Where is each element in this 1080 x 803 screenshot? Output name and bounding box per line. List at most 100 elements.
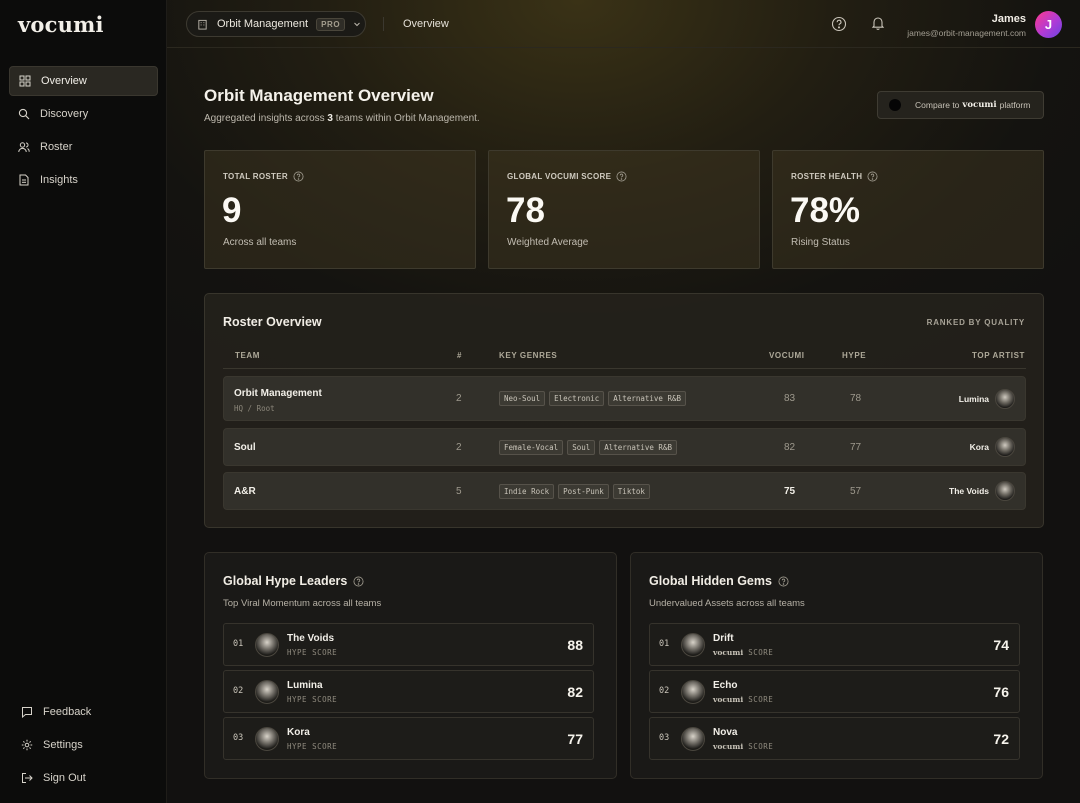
section-subtitle: Undervalued Assets across all teams — [649, 598, 805, 609]
list-item[interactable]: 03 Nova vocumi SCORE 72 — [649, 717, 1020, 760]
genre-tag: Alternative R&B — [599, 440, 677, 455]
artist-avatar — [681, 727, 705, 751]
compare-platform-toggle[interactable]: Compare to vocumi platform — [877, 91, 1044, 119]
genre-tag: Soul — [567, 440, 596, 455]
artist-name: Echo — [713, 680, 738, 691]
avatar[interactable]: J — [1035, 11, 1062, 38]
breadcrumb-divider — [383, 17, 384, 31]
sidebar: vocumi Overview Discovery Roster Insight… — [0, 0, 167, 803]
main-content: Orbit Management PRO Overview James jame… — [167, 0, 1080, 803]
team-count: 2 — [456, 442, 462, 453]
hype-leaders-panel: Global Hype Leaders Top Viral Momentum a… — [204, 552, 617, 779]
breadcrumb[interactable]: Overview — [403, 18, 449, 30]
sign-out-icon — [21, 772, 33, 784]
genre-tag: Electronic — [549, 391, 605, 406]
bell-icon[interactable] — [870, 15, 886, 31]
table-row[interactable]: Soul 2 Female-Vocal Soul Alternative R&B… — [223, 428, 1026, 466]
score-value: 88 — [567, 637, 583, 653]
top-artist[interactable]: Lumina — [959, 389, 1015, 409]
list-item[interactable]: 01 Drift vocumi SCORE 74 — [649, 623, 1020, 666]
team-count: 5 — [456, 486, 462, 497]
genre-tags: Neo-Soul Electronic Alternative R&B — [499, 391, 687, 406]
artist-avatar — [995, 437, 1015, 457]
grid-icon — [19, 75, 31, 87]
team-sub: HQ / Root — [234, 404, 275, 413]
sidebar-bottom-nav: Feedback Settings Sign Out — [12, 697, 158, 796]
help-icon[interactable] — [778, 576, 789, 587]
column-header-count[interactable]: # — [457, 351, 462, 360]
genre-tag: Female-Vocal — [499, 440, 564, 455]
artist-avatar — [995, 389, 1015, 409]
stat-note: Rising Status — [791, 237, 850, 248]
sidebar-item-feedback[interactable]: Feedback — [12, 697, 158, 727]
column-header-hype[interactable]: HYPE — [842, 351, 866, 360]
sidebar-item-label: Insights — [40, 174, 78, 186]
stat-value: 78 — [506, 191, 545, 230]
list-item[interactable]: 02 Echo vocumi SCORE 76 — [649, 670, 1020, 713]
help-icon[interactable] — [293, 171, 304, 182]
ranked-by-label: RANKED BY QUALITY — [926, 318, 1025, 327]
sidebar-item-discovery[interactable]: Discovery — [9, 99, 158, 129]
artist-name: Drift — [713, 633, 734, 644]
artist-name: Nova — [713, 727, 738, 738]
stat-value: 9 — [222, 191, 242, 230]
section-subtitle: Top Viral Momentum across all teams — [223, 598, 382, 609]
artist-name: The Voids — [287, 633, 335, 644]
toggle-switch[interactable] — [889, 99, 901, 111]
rank: 01 — [233, 639, 244, 649]
score-value: 82 — [567, 684, 583, 700]
score-value: 72 — [993, 731, 1009, 747]
column-header-vocumi[interactable]: VOCUMI — [769, 351, 805, 360]
sidebar-item-label: Roster — [40, 141, 73, 153]
list-item[interactable]: 01 The Voids HYPE SCORE 88 — [223, 623, 594, 666]
stat-value: 78% — [790, 191, 861, 230]
genre-tags: Indie Rock Post-Punk Tiktok — [499, 484, 650, 499]
help-icon[interactable] — [353, 576, 364, 587]
section-title: Roster Overview — [223, 315, 322, 329]
sidebar-item-overview[interactable]: Overview — [9, 66, 158, 96]
user-name[interactable]: James — [992, 13, 1026, 25]
team-name: Orbit Management — [234, 388, 322, 399]
table-row[interactable]: A&R 5 Indie Rock Post-Punk Tiktok 75 57 … — [223, 472, 1026, 510]
score-label: HYPE SCORE — [287, 742, 338, 751]
top-artist[interactable]: The Voids — [949, 481, 1015, 501]
vocumi-score: 75 — [784, 486, 796, 497]
app-logo[interactable]: vocumi — [18, 12, 104, 37]
column-header-top-artist: TOP ARTIST — [972, 351, 1025, 360]
artist-avatar — [681, 633, 705, 657]
chevron-down-icon — [354, 22, 361, 27]
hype-score: 57 — [850, 486, 862, 497]
stat-card-vocumi-score: GLOBAL VOCUMI SCORE 78 Weighted Average — [488, 150, 760, 269]
top-artist[interactable]: Kora — [970, 437, 1015, 457]
score-value: 76 — [993, 684, 1009, 700]
document-icon — [18, 174, 30, 186]
stat-label: GLOBAL VOCUMI SCORE — [507, 171, 627, 182]
score-label: vocumi SCORE — [713, 648, 774, 657]
help-icon[interactable] — [831, 16, 847, 32]
org-name: Orbit Management — [217, 18, 309, 30]
column-header-team[interactable]: TEAM — [235, 351, 260, 360]
table-row[interactable]: Orbit Management HQ / Root 2 Neo-Soul El… — [223, 376, 1026, 421]
genre-tag: Post-Punk — [558, 484, 609, 499]
hype-score: 78 — [850, 393, 862, 404]
artist-avatar — [255, 680, 279, 704]
org-selector[interactable]: Orbit Management PRO — [186, 11, 366, 37]
roster-overview-card: Roster Overview RANKED BY QUALITY TEAM #… — [204, 293, 1044, 528]
list-item[interactable]: 03 Kora HYPE SCORE 77 — [223, 717, 594, 760]
sidebar-item-settings[interactable]: Settings — [12, 730, 158, 760]
sidebar-item-roster[interactable]: Roster — [9, 132, 158, 162]
user-email: james@orbit-management.com — [907, 28, 1026, 38]
genre-tag: Tiktok — [612, 484, 650, 499]
gear-icon — [21, 739, 33, 751]
sidebar-nav: Overview Discovery Roster Insights — [9, 66, 158, 198]
help-icon[interactable] — [867, 171, 878, 182]
list-item[interactable]: 02 Lumina HYPE SCORE 82 — [223, 670, 594, 713]
column-header-genres: KEY GENRES — [499, 351, 558, 360]
stat-card-roster-health: ROSTER HEALTH 78% Rising Status — [772, 150, 1044, 269]
sidebar-item-insights[interactable]: Insights — [9, 165, 158, 195]
sidebar-item-sign-out[interactable]: Sign Out — [12, 763, 158, 793]
help-icon[interactable] — [616, 171, 627, 182]
sidebar-item-label: Discovery — [40, 108, 89, 120]
stat-label: ROSTER HEALTH — [791, 171, 878, 182]
artist-avatar — [681, 680, 705, 704]
